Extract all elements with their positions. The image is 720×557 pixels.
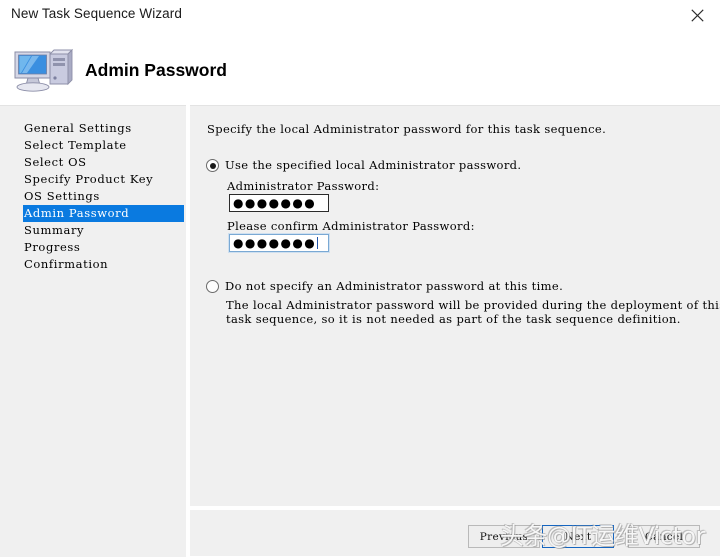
description-line-2: task sequence, so it is not needed as pa… <box>226 312 681 326</box>
confirm-password-label: Please confirm Administrator Password: <box>227 219 475 233</box>
page-header: Admin Password <box>0 32 720 105</box>
description-line-1: The local Administrator password will be… <box>226 298 720 312</box>
radio-label-do-not-specify-password: Do not specify an Administrator password… <box>225 279 564 293</box>
sidebar-item-progress[interactable]: Progress <box>23 239 184 256</box>
content-panel: Specify the local Administrator password… <box>190 105 720 507</box>
previous-button[interactable]: Previous <box>468 525 540 548</box>
confirm-password-input[interactable]: ●●●●●●● <box>229 234 329 252</box>
instruction-text: Specify the local Administrator password… <box>207 122 607 136</box>
sidebar-item-select-os[interactable]: Select OS <box>23 154 184 171</box>
administrator-password-input[interactable]: ●●●●●●● <box>229 194 329 212</box>
radio-selected-dot <box>209 162 216 169</box>
sidebar-item-general-settings[interactable]: General Settings <box>23 120 184 137</box>
cancel-button[interactable]: Cancel <box>628 525 700 548</box>
sidebar-item-specify-product-key[interactable]: Specify Product Key <box>23 171 184 188</box>
sidebar-item-admin-password[interactable]: Admin Password <box>23 205 184 222</box>
next-button[interactable]: Next <box>542 525 614 548</box>
page-title: Admin Password <box>85 60 227 80</box>
radio-label-use-specified-password: Use the specified local Administrator pa… <box>225 158 522 172</box>
close-icon[interactable] <box>674 0 720 31</box>
radio-use-specified-password[interactable] <box>206 159 219 172</box>
window-title: New Task Sequence Wizard <box>11 6 182 21</box>
sidebar-item-confirmation[interactable]: Confirmation <box>23 256 184 273</box>
wizard-window: New Task Sequence Wizard Admin Password … <box>0 0 720 557</box>
computer-icon <box>10 45 76 95</box>
administrator-password-value: ●●●●●●● <box>233 196 317 210</box>
sidebar-item-select-template[interactable]: Select Template <box>23 137 184 154</box>
text-caret <box>317 237 319 249</box>
confirm-password-value: ●●●●●●● <box>233 236 317 250</box>
radio-do-not-specify-password[interactable] <box>206 280 219 293</box>
sidebar-item-summary[interactable]: Summary <box>23 222 184 239</box>
administrator-password-label: Administrator Password: <box>227 179 380 193</box>
sidebar-item-os-settings[interactable]: OS Settings <box>23 188 184 205</box>
wizard-step-list: General Settings Select Template Select … <box>0 105 186 557</box>
title-bar: New Task Sequence Wizard <box>0 0 720 32</box>
button-bar: Previous Next Cancel <box>190 510 720 556</box>
